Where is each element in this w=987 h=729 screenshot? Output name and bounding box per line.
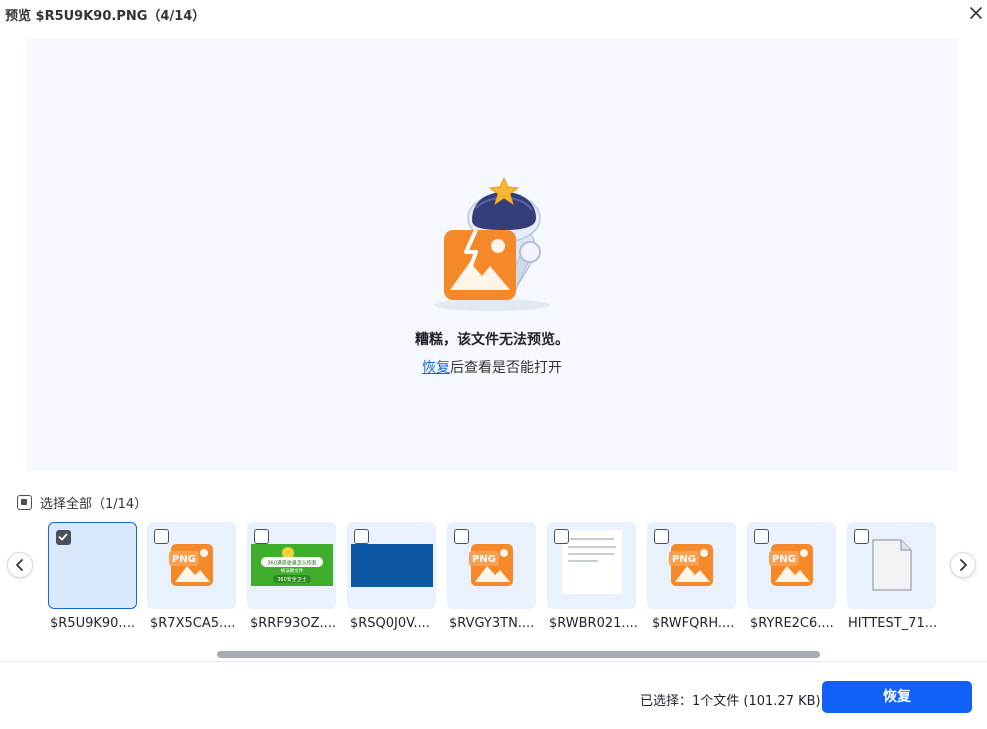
- thumbnail-checkbox[interactable]: [56, 530, 71, 545]
- file-icon: [872, 539, 912, 591]
- broken-image-illustration: [430, 178, 554, 313]
- document-page-image: [562, 530, 622, 594]
- footer-divider: [0, 661, 987, 662]
- thumbnail-label: $RRF93OZ....: [250, 616, 337, 631]
- green-banner-image: 360满意收录怎么恢复 被误删文件 360安全卫士: [251, 544, 333, 586]
- thumbnail-item[interactable]: [48, 522, 137, 609]
- banner-line-1: 360满意收录怎么恢复: [267, 560, 317, 567]
- png-file-icon: PNG: [169, 544, 215, 587]
- thumbnail-item[interactable]: [847, 522, 936, 609]
- error-title: 糟糕，该文件无法预览。: [415, 332, 569, 348]
- banner-line-3: 360安全卫士: [277, 576, 307, 583]
- thumbnail-label: $RSQ0J0V....: [350, 616, 430, 631]
- thumbnail-label: $RYRE2C6....: [750, 616, 834, 631]
- png-file-icon: PNG: [469, 544, 515, 587]
- title-bar: 预览 $R5U9K90.PNG（4/14）: [0, 0, 987, 28]
- png-file-icon: PNG: [769, 544, 815, 587]
- previous-button[interactable]: [7, 552, 33, 578]
- window-title: 预览 $R5U9K90.PNG（4/14）: [5, 9, 206, 24]
- thumbnail-checkbox[interactable]: [254, 529, 269, 544]
- png-badge: PNG: [472, 554, 496, 565]
- thumbnail-checkbox[interactable]: [854, 529, 869, 544]
- select-all-checkbox[interactable]: 选择全部（1/14）: [17, 493, 148, 512]
- thumbnail-label: $RWBR021....: [549, 616, 638, 631]
- select-all-label: 选择全部（1/14）: [40, 496, 148, 512]
- png-badge: PNG: [772, 554, 796, 565]
- thumbnail-checkbox[interactable]: [454, 529, 469, 544]
- thumbnail-label: $RVGY3TN....: [449, 616, 535, 631]
- thumbnail-item[interactable]: 360满意收录怎么恢复 被误删文件 360安全卫士: [247, 522, 336, 609]
- error-subtitle: 恢复后查看是否能打开: [26, 357, 958, 377]
- error-subtitle-text: 后查看是否能打开: [450, 360, 562, 376]
- thumbnail-item[interactable]: PNG: [147, 522, 236, 609]
- thumbnail-label: HITTEST_71...: [848, 616, 938, 631]
- chevron-left-icon: [16, 559, 23, 571]
- partial-check-icon: [17, 494, 32, 510]
- png-badge: PNG: [672, 554, 696, 565]
- thumbnail-item[interactable]: PNG: [747, 522, 836, 609]
- thumbnail-item[interactable]: [347, 522, 436, 609]
- thumbnail-checkbox[interactable]: [554, 529, 569, 544]
- thumbnail-checkbox[interactable]: [754, 529, 769, 544]
- preview-area: 糟糕，该文件无法预览。 恢复后查看是否能打开: [26, 38, 958, 471]
- recover-button[interactable]: 恢复: [822, 681, 972, 713]
- thumbnail-item[interactable]: [547, 522, 636, 609]
- recover-link[interactable]: 恢复: [422, 360, 450, 376]
- blue-screen-image: [351, 544, 433, 587]
- thumbnail-checkbox[interactable]: [154, 529, 169, 544]
- thumbnail-label: $R7X5CA5....: [150, 616, 236, 631]
- thumbnail-item[interactable]: PNG: [647, 522, 736, 609]
- selection-status: 已选择：1个文件 (101.27 KB): [640, 694, 821, 709]
- close-button[interactable]: [966, 3, 986, 23]
- close-icon: [970, 7, 982, 19]
- chevron-right-icon: [960, 559, 967, 571]
- horizontal-scrollbar[interactable]: [217, 651, 820, 658]
- thumbnail-item[interactable]: PNG: [447, 522, 536, 609]
- banner-line-2: 被误删文件: [281, 567, 304, 574]
- png-badge: PNG: [172, 554, 196, 565]
- png-file-icon: PNG: [669, 544, 715, 587]
- thumbnail-label: $RWFQRH....: [652, 616, 735, 631]
- next-button[interactable]: [950, 552, 976, 578]
- thumbnail-label: $R5U9K90....: [50, 616, 135, 631]
- broken-image-icon: [434, 178, 550, 311]
- check-icon: [58, 533, 68, 541]
- thumbnail-checkbox[interactable]: [654, 529, 669, 544]
- thumbnail-checkbox[interactable]: [354, 529, 369, 544]
